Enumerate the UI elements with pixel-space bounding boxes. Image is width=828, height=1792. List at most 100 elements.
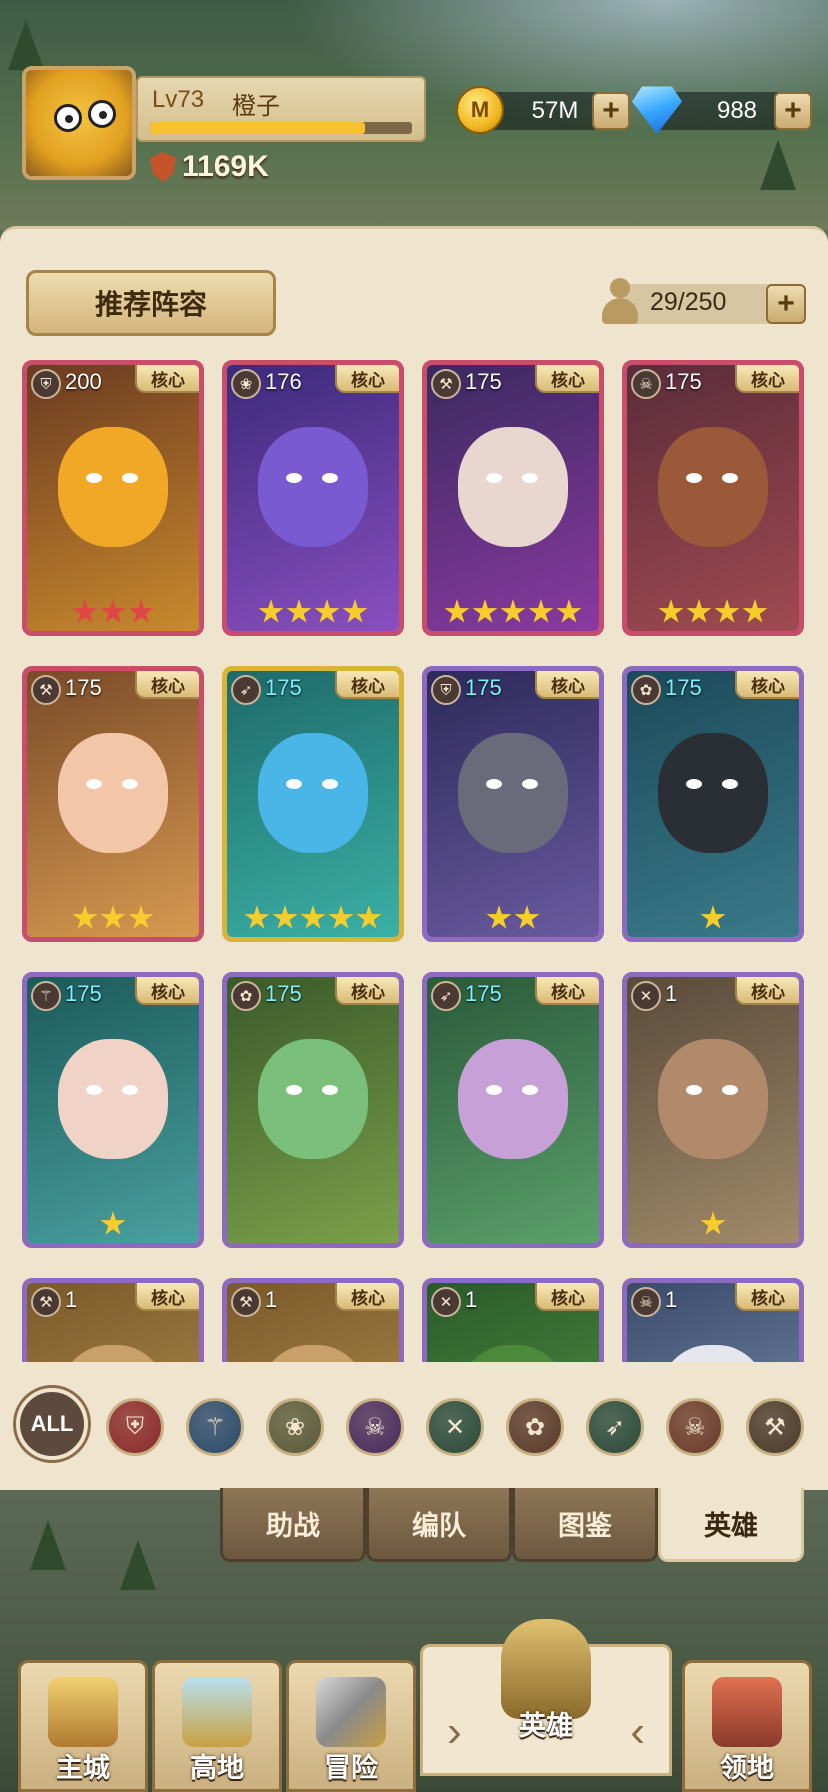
- combat-power-value: 1169K: [182, 150, 269, 183]
- tree-decoration: [30, 1520, 66, 1570]
- filter-skull-icon[interactable]: ☠: [346, 1398, 404, 1456]
- star-icon: [486, 905, 512, 929]
- filter-bow-icon[interactable]: ➶: [586, 1398, 644, 1456]
- star-icon: [244, 905, 270, 929]
- filter-paw-icon[interactable]: ✿: [506, 1398, 564, 1456]
- hero-portrait: [227, 365, 399, 631]
- hero-card[interactable]: ☠ 1 核心: [622, 1278, 804, 1362]
- star-icon: [72, 905, 98, 929]
- skull-icon: ☠: [631, 369, 661, 399]
- xp-bar: [150, 122, 412, 134]
- star-icon: [528, 599, 554, 623]
- core-badge: 核心: [135, 977, 199, 1005]
- bow-icon: ➶: [231, 675, 261, 705]
- add-gold-button[interactable]: +: [592, 92, 630, 130]
- hero-card[interactable]: ⚒ 1 核心: [222, 1278, 404, 1362]
- star-icon: [658, 599, 684, 623]
- hero-level: 175: [465, 369, 502, 394]
- hero-level: 200: [65, 369, 102, 394]
- laurel-icon: ❀: [231, 369, 261, 399]
- star-rating: [627, 905, 799, 931]
- filter-all-button[interactable]: ALL: [16, 1388, 88, 1460]
- star-rating: [27, 1211, 199, 1237]
- filter-shield-icon[interactable]: ⛨: [106, 1398, 164, 1456]
- hero-card[interactable]: ⛨ 175 核心: [422, 666, 604, 942]
- star-icon: [472, 599, 498, 623]
- star-icon: [514, 905, 540, 929]
- nav-territory[interactable]: 领地: [682, 1660, 812, 1792]
- hero-level: 175: [265, 981, 302, 1006]
- filter-staff-icon[interactable]: ⚚: [186, 1398, 244, 1456]
- nav-highland[interactable]: 高地: [152, 1660, 282, 1792]
- star-icon: [100, 1211, 126, 1235]
- nav-label: 冒险: [324, 1753, 378, 1783]
- gold-counter: M 57M +: [456, 86, 630, 134]
- tab-heroes[interactable]: 英雄: [658, 1488, 804, 1562]
- star-icon: [258, 599, 284, 623]
- hero-card[interactable]: ✿ 175 核心: [222, 972, 404, 1248]
- star-icon: [100, 599, 126, 623]
- player-info-panel: Lv73 橙子: [136, 76, 426, 142]
- expand-capacity-button[interactable]: +: [766, 284, 806, 324]
- bow-icon: ➶: [431, 981, 461, 1011]
- star-icon: [128, 599, 154, 623]
- star-icon: [556, 599, 582, 623]
- hero-card[interactable]: ➶ 175 核心: [422, 972, 604, 1248]
- hero-card[interactable]: ✿ 175 核心: [622, 666, 804, 942]
- star-rating: [27, 599, 199, 625]
- hero-card[interactable]: ⛨ 200 核心: [22, 360, 204, 636]
- hammer-icon: ⚒: [431, 369, 461, 399]
- capacity-value: 29/250: [650, 288, 727, 316]
- star-rating: [227, 905, 399, 931]
- filter-laurel-icon[interactable]: ❀: [266, 1398, 324, 1456]
- shield-icon: ⛨: [431, 675, 461, 705]
- tab-codex[interactable]: 图鉴: [512, 1488, 658, 1562]
- crossed-swords-icon: [316, 1677, 386, 1747]
- star-rating: [427, 905, 599, 931]
- hero-card[interactable]: ✕ 1 核心: [622, 972, 804, 1248]
- recommended-lineup-button[interactable]: 推荐阵容: [26, 270, 276, 336]
- tab-support[interactable]: 助战: [220, 1488, 366, 1562]
- tab-formation[interactable]: 编队: [366, 1488, 512, 1562]
- hero-card[interactable]: ➶ 175 核心: [222, 666, 404, 942]
- core-badge: 核心: [535, 977, 599, 1005]
- hero-card[interactable]: ☠ 175 核心: [622, 360, 804, 636]
- nav-adventure[interactable]: 冒险: [286, 1660, 416, 1792]
- hero-level: 176: [265, 369, 302, 394]
- nav-label: 领地: [720, 1753, 774, 1783]
- class-filter-bar: ALL ⛨ ⚚ ❀ ☠ ✕ ✿ ➶ ☠ ⚒: [0, 1384, 828, 1464]
- add-gems-button[interactable]: +: [774, 92, 812, 130]
- hero-portrait: [27, 671, 199, 937]
- hero-level: 1: [265, 1287, 278, 1312]
- hero-portrait: [427, 365, 599, 631]
- nav-heroes[interactable]: › ‹ 英雄: [420, 1619, 672, 1776]
- core-badge: 核心: [735, 977, 799, 1005]
- star-icon: [356, 905, 382, 929]
- hero-portrait: [627, 977, 799, 1243]
- hero-card[interactable]: ⚒ 175 核心: [422, 360, 604, 636]
- shield-icon: ⛨: [31, 369, 61, 399]
- star-rating: [627, 599, 799, 625]
- hero-portrait: [627, 671, 799, 937]
- star-icon: [342, 599, 368, 623]
- nav-main-city[interactable]: 主城: [18, 1660, 148, 1792]
- hero-card[interactable]: ✕ 1 核心: [422, 1278, 604, 1362]
- hero-card[interactable]: ⚚ 175 核心: [22, 972, 204, 1248]
- hero-card[interactable]: ⚒ 1 核心: [22, 1278, 204, 1362]
- star-icon: [72, 599, 98, 623]
- tree-decoration: [8, 20, 44, 70]
- star-icon: [500, 599, 526, 623]
- core-badge: 核心: [335, 365, 399, 393]
- hero-level: 175: [65, 981, 102, 1006]
- player-avatar[interactable]: [22, 66, 136, 180]
- star-icon: [444, 599, 470, 623]
- hero-card[interactable]: ❀ 176 核心: [222, 360, 404, 636]
- hero-level: 175: [665, 369, 702, 394]
- filter-hammer-icon[interactable]: ⚒: [746, 1398, 804, 1456]
- hero-card[interactable]: ⚒ 175 核心: [22, 666, 204, 942]
- combat-power: 1169K: [150, 150, 269, 184]
- filter-bull-skull-icon[interactable]: ☠: [666, 1398, 724, 1456]
- star-rating: [427, 599, 599, 625]
- filter-daggers-icon[interactable]: ✕: [426, 1398, 484, 1456]
- hammer-icon: ⚒: [231, 1287, 261, 1317]
